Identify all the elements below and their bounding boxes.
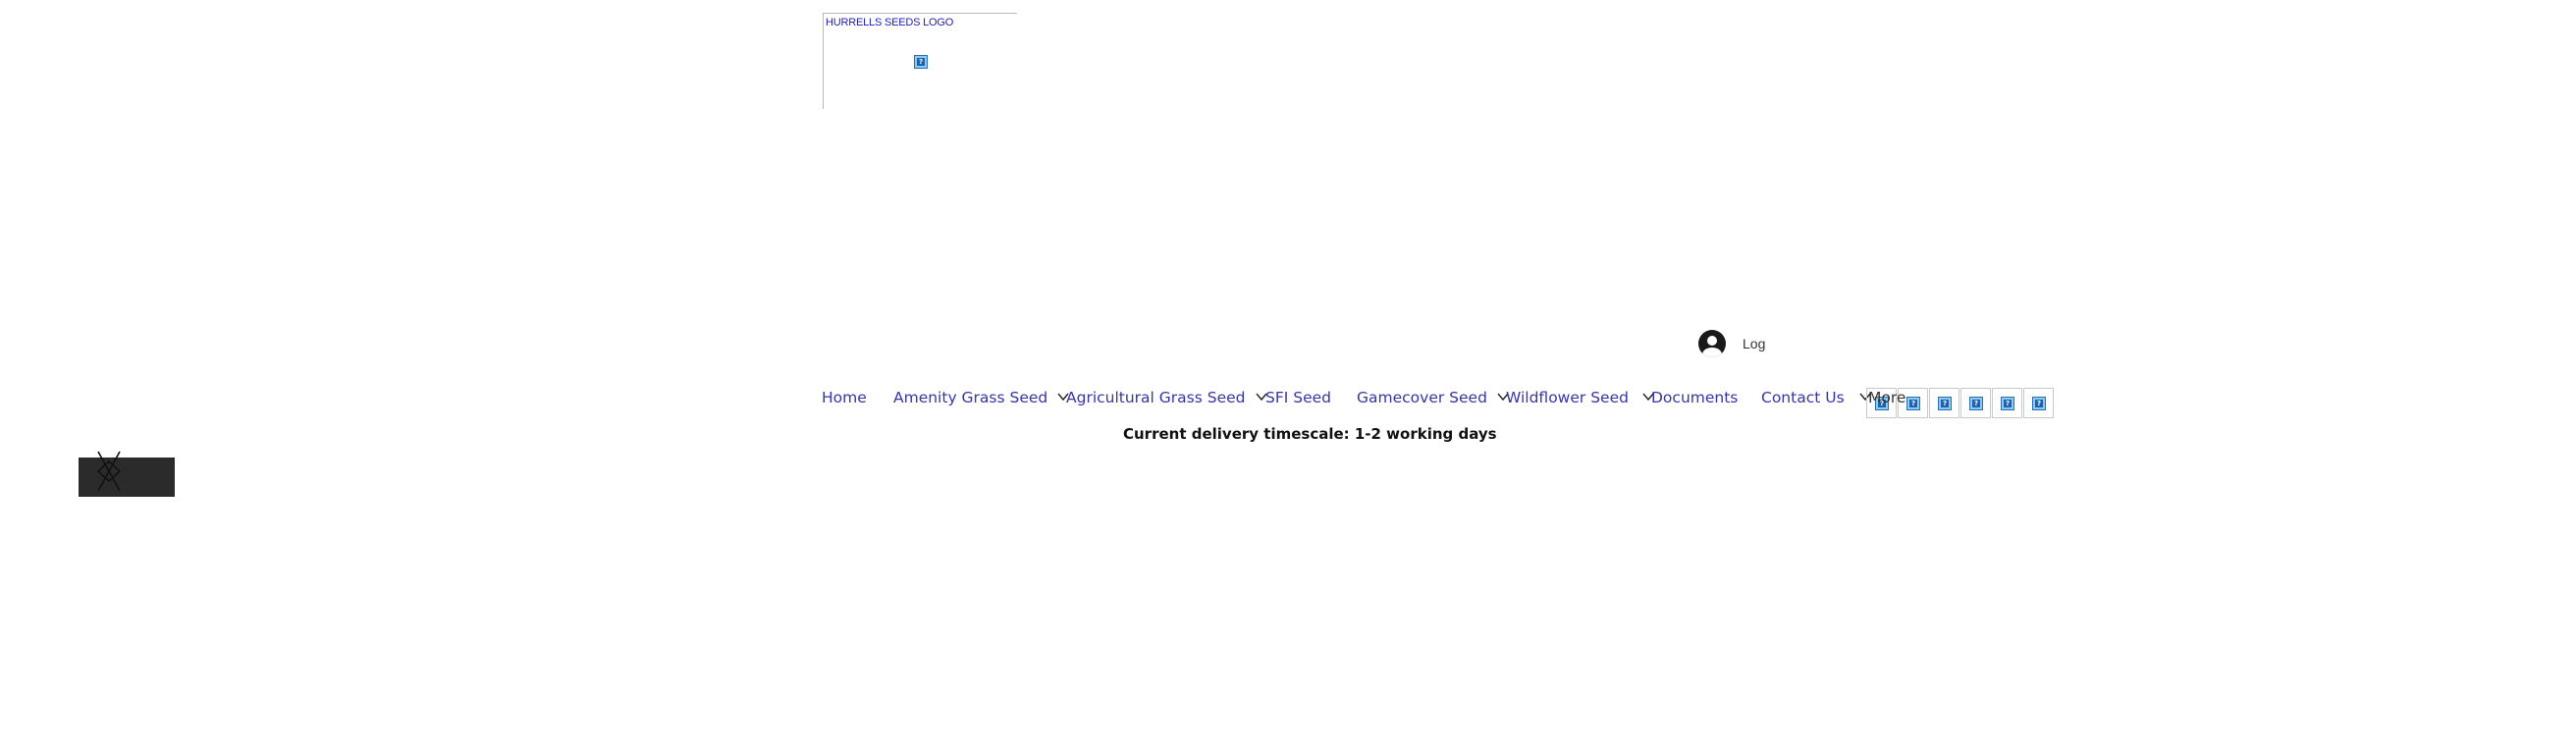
user-avatar-icon — [1698, 330, 1726, 357]
broken-image-icon — [2001, 397, 2014, 410]
login-label: Log — [1743, 336, 1766, 351]
diamond-cross-icon — [96, 451, 122, 492]
social-link[interactable] — [1960, 388, 1991, 418]
nav-item-amenity-grass-seed[interactable]: Amenity Grass Seed — [893, 388, 1047, 407]
nav-item-documents[interactable]: Documents — [1651, 388, 1738, 407]
dark-floating-button[interactable] — [79, 458, 175, 497]
delivery-timescale-text: Current delivery timescale: 1-2 working … — [1123, 425, 1497, 443]
nav-item-more[interactable]: More — [1868, 388, 1905, 407]
login-button[interactable]: Log — [1698, 329, 1765, 358]
main-nav: Home Amenity Grass Seed Agricultural Gra… — [0, 388, 2576, 409]
social-link[interactable] — [2023, 388, 2054, 418]
broken-image-icon — [2032, 397, 2046, 410]
broken-image-icon — [1906, 397, 1920, 410]
broken-image-icon — [1969, 397, 1983, 410]
nav-item-gamecover-seed[interactable]: Gamecover Seed — [1357, 388, 1487, 407]
logo-alt-text: HURRELLS SEEDS LOGO — [826, 17, 954, 28]
nav-item-wildflower-seed[interactable]: Wildflower Seed — [1506, 388, 1629, 407]
nav-item-sfi-seed[interactable]: SFI Seed — [1265, 388, 1331, 407]
social-link[interactable] — [1992, 388, 2022, 418]
site-logo[interactable]: HURRELLS SEEDS LOGO — [823, 13, 1017, 109]
broken-image-icon — [914, 55, 928, 69]
social-link[interactable] — [1929, 388, 1959, 418]
broken-image-icon — [1938, 397, 1952, 410]
nav-item-home[interactable]: Home — [822, 388, 867, 407]
nav-item-agricultural-grass-seed[interactable]: Agricultural Grass Seed — [1066, 388, 1246, 407]
nav-item-contact-us[interactable]: Contact Us — [1761, 388, 1845, 407]
